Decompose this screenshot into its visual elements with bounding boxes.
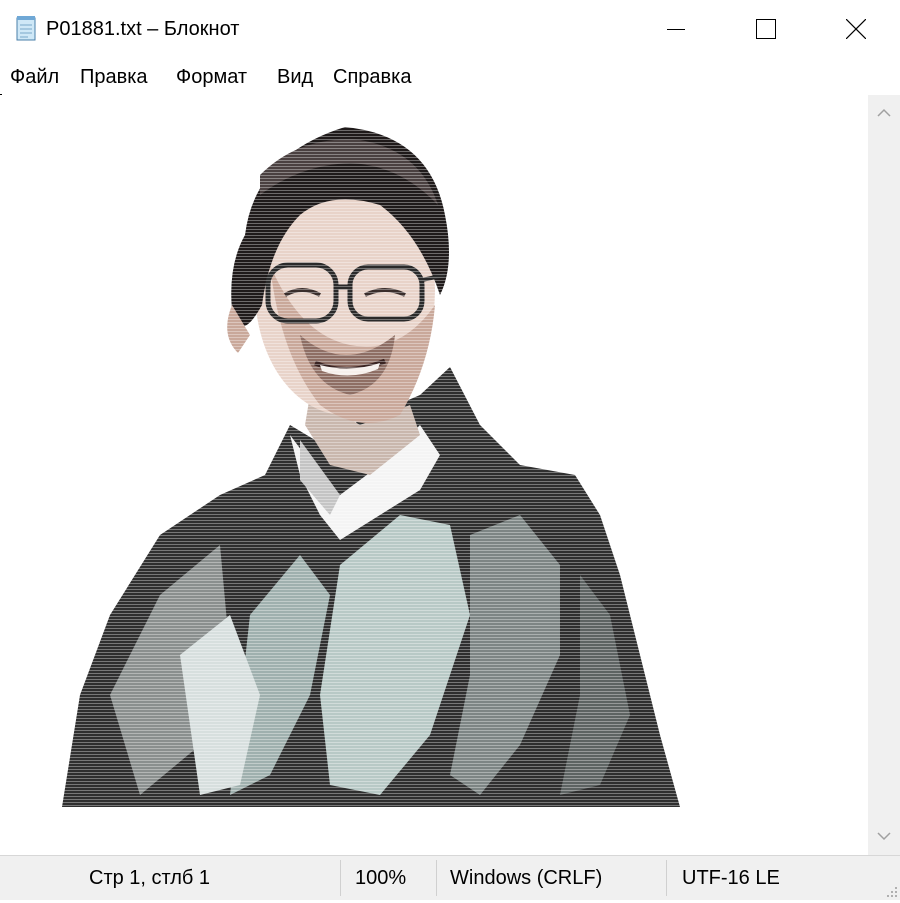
notepad-icon [14,15,38,41]
resize-grip-icon[interactable] [884,884,898,898]
status-encoding: UTF-16 LE [682,867,780,889]
minimize-icon [667,20,685,38]
title-bar[interactable]: P01881.txt – Блокнот [0,0,900,58]
scroll-down-button[interactable] [868,819,900,855]
maximize-icon [756,19,776,39]
status-position: Стр 1, стлб 1 [89,867,211,889]
menu-format[interactable]: Формат [176,64,247,90]
scroll-up-button[interactable] [868,95,900,131]
ascii-art-portrait [0,95,868,855]
status-zoom: 100% [355,867,407,889]
minimize-button[interactable] [630,0,722,58]
vertical-scrollbar[interactable] [868,95,900,855]
menu-help[interactable]: Справка [333,64,411,90]
text-editor[interactable] [0,95,868,855]
window-title: P01881.txt – Блокнот [46,18,240,40]
menu-view[interactable]: Вид [277,64,313,90]
maximize-button[interactable] [720,0,812,58]
close-icon [846,19,866,39]
chevron-up-icon [877,104,891,122]
chevron-down-icon [877,828,891,846]
status-divider [666,860,667,896]
status-bar: Стр 1, стлб 1 100% Windows (CRLF) UTF-16… [0,855,900,900]
status-divider [340,860,341,896]
status-divider [436,860,437,896]
menu-bar: Файл Правка Формат Вид Справка [0,58,900,94]
scroll-track[interactable] [868,131,900,819]
menu-edit[interactable]: Правка [80,64,148,90]
close-button[interactable] [810,0,900,58]
menu-file[interactable]: Файл [10,64,59,90]
status-line-endings: Windows (CRLF) [450,867,603,889]
